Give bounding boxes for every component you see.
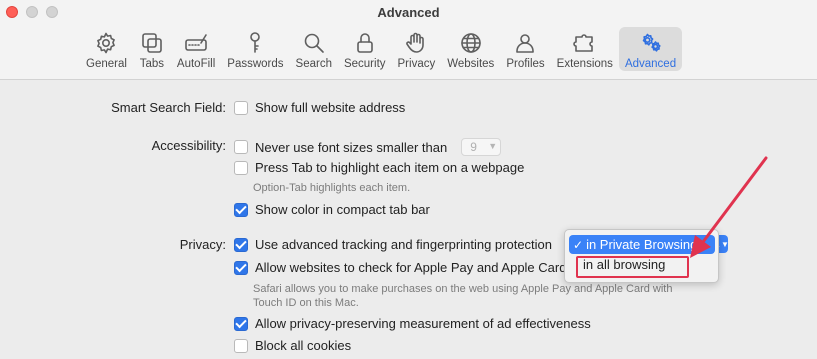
tab-highlight-hint: Option-Tab highlights each item.: [253, 182, 411, 194]
option-text: Press Tab to highlight each item on a we…: [255, 160, 525, 175]
tab-label: AutoFill: [176, 58, 216, 70]
tabs-icon: [139, 31, 165, 55]
tab-extensions[interactable]: Extensions: [551, 27, 619, 71]
tab-label: Profiles: [506, 58, 545, 70]
extensions-icon: [572, 31, 598, 55]
tab-label: Security: [343, 58, 386, 70]
menu-item-private-browsing[interactable]: ✓ in Private Browsing: [569, 235, 715, 254]
hint-line: Touch ID on this Mac.: [253, 297, 359, 309]
tab-websites[interactable]: Websites: [441, 27, 500, 71]
option-text: Use advanced tracking and fingerprinting…: [255, 237, 553, 252]
tab-label: Search: [295, 58, 332, 70]
tab-label: Extensions: [556, 58, 613, 70]
tab-highlight-checkbox[interactable]: [234, 160, 248, 175]
menu-item-label: in Private Browsing: [586, 237, 698, 252]
show-full-address-checkbox[interactable]: [234, 100, 248, 115]
tab-search[interactable]: Search: [290, 27, 338, 71]
checkmark-icon: ✓: [573, 237, 584, 252]
privacy-label: Privacy:: [179, 237, 226, 252]
apple-pay-hint: Safari allows you to make purchases on t…: [253, 282, 672, 310]
apple-pay-check-option[interactable]: Allow websites to check for Apple Pay an…: [234, 260, 566, 275]
option-text: Allow privacy-preserving measurement of …: [255, 316, 591, 331]
window-title: Advanced: [377, 5, 440, 20]
compact-tab-color-checkbox[interactable]: [234, 202, 248, 217]
lock-icon: [352, 31, 378, 55]
key-icon: [242, 31, 268, 55]
highlight-box: [576, 256, 689, 278]
show-full-address-option[interactable]: Show full website address: [234, 100, 405, 115]
option-text: Never use font sizes smaller than: [255, 139, 448, 155]
ad-measurement-checkbox[interactable]: [234, 316, 248, 331]
preferences-tabs: General Tabs AutoFill Passwords Search S…: [80, 27, 683, 71]
tab-label: Tabs: [139, 58, 165, 70]
tab-label: Advanced: [624, 58, 677, 70]
ad-measurement-option[interactable]: Allow privacy-preserving measurement of …: [234, 316, 591, 331]
option-text: Show color in compact tab bar: [255, 202, 430, 217]
hint-line: Safari allows you to make purchases on t…: [253, 283, 673, 295]
tab-general[interactable]: General: [80, 27, 133, 71]
tab-highlight-option[interactable]: Press Tab to highlight each item on a we…: [234, 160, 524, 175]
smart-search-label: Smart Search Field:: [111, 100, 226, 115]
tab-label: General: [86, 58, 127, 70]
tab-label: Passwords: [227, 58, 284, 70]
min-font-size-option[interactable]: Never use font sizes smaller than 9 ▼: [234, 138, 502, 156]
tab-label: Privacy: [397, 58, 436, 70]
accessibility-label: Accessibility:: [151, 138, 226, 153]
tab-profiles[interactable]: Profiles: [500, 27, 550, 71]
tab-tabs[interactable]: Tabs: [133, 27, 171, 71]
gear-icon: [93, 31, 119, 55]
autofill-icon: [183, 31, 209, 55]
option-text: Allow websites to check for Apple Pay an…: [255, 260, 567, 275]
search-icon: [301, 31, 327, 55]
tracking-protection-checkbox[interactable]: [234, 237, 248, 252]
block-cookies-checkbox[interactable]: [234, 338, 248, 353]
toolbar: Advanced General Tabs AutoFill Passwords: [0, 0, 817, 80]
person-icon: [512, 31, 538, 55]
compact-tab-color-option[interactable]: Show color in compact tab bar: [234, 202, 430, 217]
gears-icon: [638, 31, 664, 55]
block-cookies-option[interactable]: Block all cookies: [234, 338, 351, 353]
font-size-value: 9: [470, 140, 477, 154]
chevron-down-icon: ▼: [488, 141, 498, 151]
tab-passwords[interactable]: Passwords: [221, 27, 289, 71]
hand-icon: [403, 31, 429, 55]
tab-security[interactable]: Security: [338, 27, 392, 71]
tab-autofill[interactable]: AutoFill: [171, 27, 221, 71]
font-size-select[interactable]: 9 ▼: [461, 138, 502, 156]
apple-pay-check-checkbox[interactable]: [234, 260, 248, 275]
option-text: Show full website address: [255, 100, 406, 115]
tab-privacy[interactable]: Privacy: [392, 27, 442, 71]
tracking-protection-option[interactable]: Use advanced tracking and fingerprinting…: [234, 237, 552, 252]
globe-icon: [458, 31, 484, 55]
tab-label: Websites: [447, 58, 495, 70]
min-font-size-checkbox[interactable]: [234, 140, 248, 154]
advanced-settings-pane: Smart Search Field: Show full website ad…: [0, 81, 817, 359]
tab-advanced[interactable]: Advanced: [618, 27, 683, 71]
option-text: Block all cookies: [255, 338, 352, 353]
